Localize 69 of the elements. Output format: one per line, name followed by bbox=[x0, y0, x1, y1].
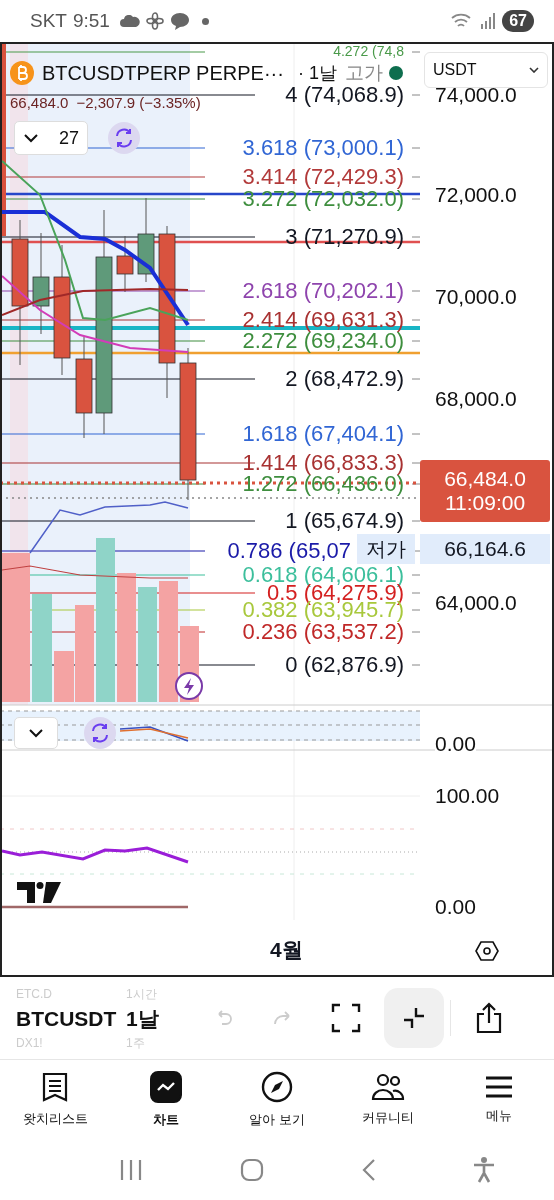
high-label: 고가 bbox=[344, 61, 383, 85]
fib-level-label: 0.786 (65,07 bbox=[227, 539, 351, 563]
current-price: 66,484.0 bbox=[444, 467, 526, 491]
collapse-icon bbox=[402, 1006, 426, 1030]
sync-icon[interactable] bbox=[108, 122, 140, 154]
back-icon[interactable] bbox=[361, 1159, 376, 1181]
fib-level-label: 4 (74,068.9) bbox=[285, 83, 404, 107]
fib-level-label: 2 (68,472.9) bbox=[285, 367, 404, 391]
accessibility-icon[interactable] bbox=[473, 1157, 496, 1183]
fib-level-label: 0.236 (63,537.2) bbox=[242, 620, 404, 644]
recent-apps-icon[interactable] bbox=[118, 1159, 143, 1181]
fib-level-label: 3.414 (72,429.3) bbox=[242, 165, 404, 189]
bitcoin-icon bbox=[10, 61, 34, 85]
last-price: 66,484.0 bbox=[10, 94, 69, 113]
candlestick bbox=[116, 235, 134, 293]
rsi-axis-label: 0.00 bbox=[435, 894, 476, 920]
low-price-tag: 66,164.6 bbox=[420, 534, 550, 564]
price-change: −2,307.9 (−3.35%) bbox=[76, 94, 201, 113]
chevron-down-icon bbox=[23, 133, 39, 143]
low-label: 저가 bbox=[357, 534, 415, 564]
signal-icon bbox=[480, 13, 497, 29]
currency-dropdown[interactable]: USDT bbox=[424, 52, 548, 88]
share-icon bbox=[475, 1002, 503, 1034]
fib-level-label: 1.414 (66,833.3) bbox=[242, 451, 404, 475]
fib-level-label: 0 (62,876.9) bbox=[285, 653, 404, 677]
price-axis-label: 68,000.0 bbox=[435, 386, 517, 412]
nav-tab[interactable]: 커뮤니티 bbox=[337, 1072, 438, 1128]
nav-tab[interactable]: 메뉴 bbox=[448, 1074, 549, 1126]
collapse-pane-button[interactable] bbox=[14, 717, 58, 749]
carrier-name: SKT bbox=[30, 10, 67, 32]
cloud-icon bbox=[119, 15, 140, 27]
interval-label[interactable]: · 1날 bbox=[297, 61, 337, 85]
nav-tab[interactable]: 왓치리스트 bbox=[5, 1071, 106, 1129]
fib-level-label: 1 (65,674.9) bbox=[285, 509, 404, 533]
people-icon bbox=[370, 1073, 405, 1101]
chat-bubble-icon bbox=[169, 11, 190, 31]
sync-icon[interactable] bbox=[84, 717, 116, 749]
tradingview-logo bbox=[17, 882, 61, 903]
notification-dot-icon bbox=[201, 17, 209, 25]
nav-tab[interactable]: 알아 보기 bbox=[227, 1070, 327, 1130]
interval-option[interactable]: 1날 bbox=[126, 1001, 188, 1035]
fib-level-label: 3.618 (73,000.1) bbox=[242, 136, 404, 160]
fib-level-label: 4.272 (74,8 bbox=[333, 44, 404, 59]
chevron-down-icon bbox=[28, 728, 44, 738]
clock-time: 9:51 bbox=[72, 10, 110, 32]
pinwheel-icon bbox=[145, 12, 164, 30]
settings-icon[interactable] bbox=[475, 940, 499, 962]
compass-icon bbox=[261, 1071, 293, 1103]
fib-level-label: 2.414 (69,631.3) bbox=[242, 308, 404, 332]
chart-icon bbox=[150, 1071, 183, 1103]
price-axis-label: 64,000.0 bbox=[435, 590, 517, 616]
symbol-option[interactable]: BTCUSDT bbox=[16, 1001, 126, 1035]
time-axis-label: 4월 bbox=[270, 937, 303, 963]
home-icon[interactable] bbox=[240, 1158, 265, 1182]
price-axis-label: 72,000.0 bbox=[435, 182, 517, 208]
nav-tab[interactable]: 차트 bbox=[116, 1070, 217, 1130]
fullscreen-icon bbox=[331, 1003, 361, 1033]
status-dot-icon bbox=[388, 66, 403, 80]
chevron-down-icon bbox=[529, 67, 539, 73]
battery-indicator: 67 bbox=[502, 10, 534, 32]
bar-countdown: 11:09:00 bbox=[444, 491, 526, 515]
indicators-toggle[interactable]: 27 bbox=[14, 121, 88, 155]
rsi-axis-label: 100.00 bbox=[435, 783, 500, 809]
bookmark-list-icon bbox=[42, 1072, 69, 1102]
fib-level-label: 2.618 (70,202.1) bbox=[242, 279, 404, 303]
price-axis-label: 70,000.0 bbox=[435, 284, 517, 310]
menu-icon bbox=[484, 1075, 513, 1099]
symbol-name[interactable]: BTCUSDTPERP PERPE··· bbox=[42, 61, 284, 85]
fib-level-label: 1.618 (67,404.1) bbox=[242, 422, 404, 446]
